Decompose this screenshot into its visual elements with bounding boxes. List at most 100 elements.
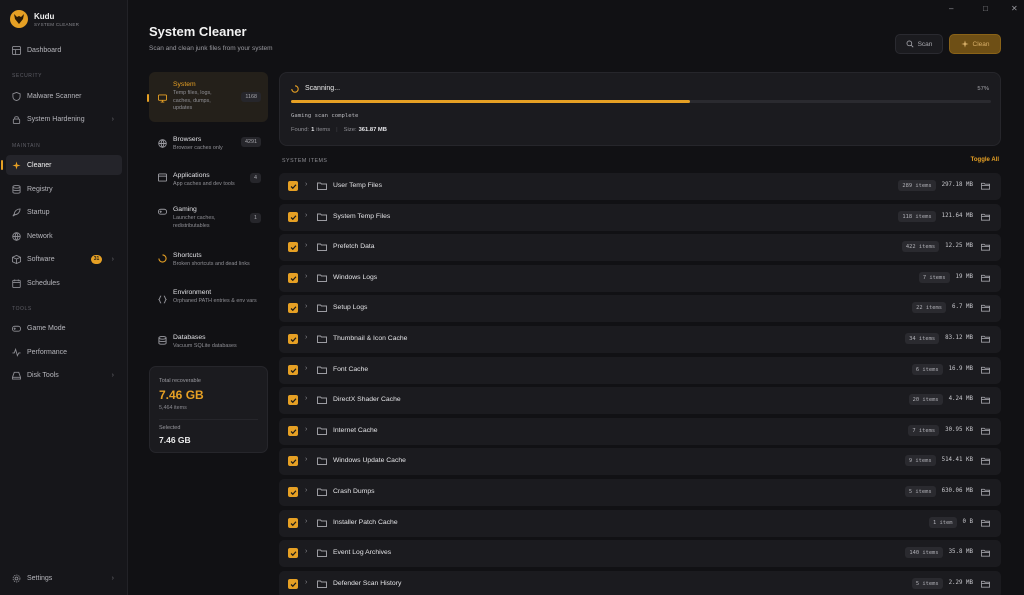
chevron-right-icon[interactable]: › <box>305 426 307 433</box>
chevron-right-icon[interactable]: › <box>305 548 307 555</box>
sidebar-item-label: Disk Tools <box>27 371 59 379</box>
item-name: Installer Patch Cache <box>333 519 398 526</box>
item-count: 22 items <box>912 302 947 313</box>
category-applications[interactable]: Applications App caches and dev tools 4 <box>149 164 268 194</box>
chevron-right-icon[interactable]: › <box>305 273 307 280</box>
list-item[interactable]: › Setup Logs 22 items 6.7 MB <box>279 295 1001 322</box>
item-checkbox[interactable] <box>288 273 298 283</box>
chevron-right-icon[interactable]: › <box>305 518 307 525</box>
open-folder-icon[interactable] <box>981 427 990 435</box>
chevron-right-icon[interactable]: › <box>305 334 307 341</box>
item-checkbox[interactable] <box>288 303 298 313</box>
item-name: Windows Logs <box>333 274 378 281</box>
sidebar-item-registry[interactable]: Registry <box>6 179 122 199</box>
category-environment[interactable]: Environment Orphaned PATH entries & env … <box>149 281 268 319</box>
sidebar-item-network[interactable]: Network <box>6 226 122 246</box>
sidebar-item-cleaner[interactable]: Cleaner <box>1 155 122 175</box>
clean-button[interactable]: Clean <box>949 34 1001 54</box>
item-checkbox[interactable] <box>288 579 298 589</box>
open-folder-icon[interactable] <box>981 549 990 557</box>
item-checkbox[interactable] <box>288 548 298 558</box>
sidebar-item-label: Performance <box>27 348 68 356</box>
open-folder-icon[interactable] <box>981 274 990 282</box>
globe-icon <box>12 231 21 241</box>
list-item[interactable]: › Event Log Archives 140 items 35.8 MB <box>279 540 1001 567</box>
sidebar-item-label: Settings <box>27 574 53 582</box>
check-icon <box>290 550 296 556</box>
minimize-button[interactable]: – <box>949 4 953 13</box>
list-item[interactable]: › User Temp Files 289 items 297.18 MB <box>279 173 1001 200</box>
list-item[interactable]: › Prefetch Data 422 items 12.25 MB <box>279 234 1001 261</box>
open-folder-icon[interactable] <box>981 213 990 221</box>
maximize-button[interactable]: □ <box>983 4 988 13</box>
sidebar-item-schedules[interactable]: Schedules <box>6 273 122 293</box>
sidebar-item-disk-tools[interactable]: Disk Tools › <box>6 365 122 385</box>
toggle-all-button[interactable]: Toggle All <box>971 157 999 163</box>
item-checkbox[interactable] <box>288 334 298 344</box>
sidebar-item-startup[interactable]: Startup <box>6 202 122 222</box>
list-item[interactable]: › DirectX Shader Cache 20 items 4.24 MB <box>279 387 1001 414</box>
chevron-right-icon[interactable]: › <box>305 181 307 188</box>
fox-logo-icon <box>10 10 28 28</box>
sidebar-item-label: Startup <box>27 208 50 216</box>
size-label: Size: <box>343 127 357 133</box>
sidebar-item-dashboard[interactable]: Dashboard <box>6 40 122 60</box>
category-shortcuts[interactable]: Shortcuts Broken shortcuts and dead link… <box>149 244 268 274</box>
item-checkbox[interactable] <box>288 242 298 252</box>
list-item[interactable]: › Windows Logs 7 items 19 MB <box>279 265 1001 292</box>
item-checkbox[interactable] <box>288 487 298 497</box>
chevron-right-icon[interactable]: › <box>305 456 307 463</box>
item-checkbox[interactable] <box>288 426 298 436</box>
open-folder-icon[interactable] <box>981 488 990 496</box>
section-security: SECURITY <box>12 73 43 79</box>
open-folder-icon[interactable] <box>981 304 990 312</box>
open-folder-icon[interactable] <box>981 396 990 404</box>
open-folder-icon[interactable] <box>981 243 990 251</box>
item-name: Internet Cache <box>333 427 378 434</box>
chevron-right-icon[interactable]: › <box>305 579 307 586</box>
category-title: Environment <box>173 289 212 296</box>
item-checkbox[interactable] <box>288 181 298 191</box>
item-checkbox[interactable] <box>288 212 298 222</box>
chevron-right-icon: › <box>111 255 114 263</box>
chevron-right-icon[interactable]: › <box>305 212 307 219</box>
list-item[interactable]: › Windows Update Cache 9 items 514.41 KB <box>279 448 1001 475</box>
sidebar-item-label: Registry <box>27 185 53 193</box>
sidebar-item-malware-scanner[interactable]: Malware Scanner <box>6 86 122 106</box>
chevron-right-icon[interactable]: › <box>305 242 307 249</box>
list-item[interactable]: › System Temp Files 118 items 121.64 MB <box>279 204 1001 231</box>
list-item[interactable]: › Thumbnail & Icon Cache 34 items 83.12 MB <box>279 326 1001 353</box>
category-browsers[interactable]: Browsers Browser caches only 4291 <box>149 128 268 158</box>
open-folder-icon[interactable] <box>981 366 990 374</box>
sidebar-item-software[interactable]: Software 31 › <box>6 249 122 269</box>
item-checkbox[interactable] <box>288 395 298 405</box>
sidebar-item-performance[interactable]: Performance <box>6 342 122 362</box>
chevron-right-icon[interactable]: › <box>305 365 307 372</box>
open-folder-icon[interactable] <box>981 457 990 465</box>
open-folder-icon[interactable] <box>981 335 990 343</box>
sidebar-item-settings[interactable]: Settings › <box>6 568 122 588</box>
item-checkbox[interactable] <box>288 456 298 466</box>
list-item[interactable]: › Defender Scan History 5 items 2.29 MB <box>279 571 1001 595</box>
open-folder-icon[interactable] <box>981 182 990 190</box>
package-icon <box>12 254 21 264</box>
chevron-right-icon[interactable]: › <box>305 303 307 310</box>
category-system[interactable]: System Temp files, logs, caches, dumps, … <box>147 72 268 122</box>
chevron-right-icon[interactable]: › <box>305 487 307 494</box>
list-item[interactable]: › Font Cache 6 items 16.9 MB <box>279 357 1001 384</box>
category-gaming[interactable]: Gaming Launcher caches, redistributables… <box>149 198 268 236</box>
sidebar-item-game-mode[interactable]: Game Mode <box>6 318 122 338</box>
chevron-right-icon[interactable]: › <box>305 395 307 402</box>
item-checkbox[interactable] <box>288 365 298 375</box>
list-item[interactable]: › Crash Dumps 5 items 630.06 MB <box>279 479 1001 506</box>
category-databases[interactable]: Databases Vacuum SQLite databases <box>149 326 268 356</box>
close-button[interactable]: ✕ <box>1011 4 1018 13</box>
open-folder-icon[interactable] <box>981 580 990 588</box>
open-folder-icon[interactable] <box>981 519 990 527</box>
list-item[interactable]: › Internet Cache 7 items 30.95 KB <box>279 418 1001 445</box>
item-checkbox[interactable] <box>288 518 298 528</box>
item-size: 19 MB <box>955 274 973 280</box>
sidebar-item-system-hardening[interactable]: System Hardening › <box>6 109 122 129</box>
scan-button[interactable]: Scan <box>895 34 943 54</box>
list-item[interactable]: › Installer Patch Cache 1 item 0 B <box>279 510 1001 537</box>
